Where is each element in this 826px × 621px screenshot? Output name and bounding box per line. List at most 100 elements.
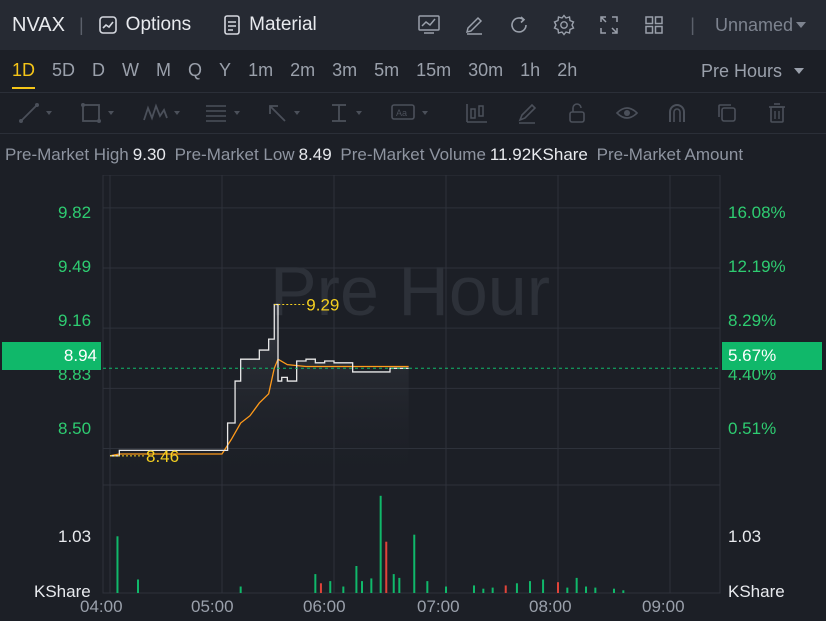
period-tab[interactable]: 3m [332, 50, 357, 92]
chevron-down-icon [108, 111, 114, 115]
magnet-tool[interactable] [652, 93, 702, 133]
lock-icon [569, 103, 585, 123]
session-select[interactable]: Pre Hours [701, 61, 804, 82]
rectangle-tool[interactable] [80, 93, 142, 133]
period-tab[interactable]: 2m [290, 50, 315, 92]
volume-tick-right: 1.03 [728, 527, 762, 546]
volume-unit-right: KShare [728, 582, 785, 601]
stat-value: 8.49 [298, 145, 332, 164]
period-tab[interactable]: 1D [12, 50, 36, 92]
gear-icon [553, 14, 575, 36]
volume-bar [445, 586, 447, 593]
text-tool[interactable]: Aa [390, 93, 452, 133]
period-tabs: 1D 5D D W M Q Y 1m 2m 3m 5m 15m 30m 1h 2… [0, 50, 826, 92]
stat-value: 11.92KShare [489, 145, 588, 164]
pattern-tool[interactable] [142, 93, 204, 133]
x-tick: 05:00 [191, 597, 234, 616]
volume-bar [473, 585, 475, 593]
chevron-down-icon [174, 111, 180, 115]
volume-bar [413, 534, 416, 593]
period-tab[interactable]: 30m [468, 50, 503, 92]
volume-bars [116, 495, 625, 593]
indicator-button[interactable] [406, 0, 451, 50]
trend-line-tool[interactable] [18, 93, 80, 133]
period-tab[interactable]: Y [219, 50, 231, 92]
volume-bar [566, 587, 569, 593]
volume-bar [398, 577, 401, 593]
period-tab[interactable]: 1m [248, 50, 273, 92]
current-change-badge: 5.67% [722, 342, 822, 370]
period-tab[interactable]: 5m [374, 50, 399, 92]
volume-bar [557, 582, 559, 593]
period-tab[interactable]: 15m [416, 50, 451, 92]
chevron-down-icon [356, 111, 362, 115]
intraday-chart[interactable]: Pre Hour 9.29 8.46 9.82 9.49 9.16 8.83 8… [0, 175, 826, 621]
fibonacci-tool[interactable] [204, 93, 266, 133]
period-tab[interactable]: 2h [557, 50, 577, 92]
fullscreen-button[interactable] [586, 0, 631, 50]
volume-bar [319, 583, 322, 593]
lock-tool[interactable] [552, 93, 602, 133]
stat-label: Pre-Market Volume [340, 145, 486, 164]
period-tab[interactable]: 1h [520, 50, 540, 92]
options-label: Options [125, 14, 192, 35]
y-left-tick: 9.16 [58, 311, 92, 330]
options-button[interactable]: Options [98, 14, 191, 36]
grid-icon [645, 16, 663, 34]
chart-canvas[interactable]: Pre Hour 9.29 8.46 [0, 175, 826, 621]
settings-button[interactable] [541, 0, 586, 50]
volume-pane [102, 484, 721, 594]
candle-tool[interactable] [452, 93, 502, 133]
high-marker: 9.29 [306, 295, 339, 314]
material-label: Material [249, 14, 317, 35]
delete-tool[interactable] [752, 93, 802, 133]
y-right-tick: 8.29% [728, 311, 777, 330]
chevron-down-icon [294, 111, 300, 115]
copy-icon [718, 104, 736, 122]
toolbar-icons: | Unnamed [406, 0, 826, 50]
volume-bar [355, 566, 358, 593]
period-tab[interactable]: M [156, 50, 171, 92]
period-tab[interactable]: 5D [52, 50, 75, 92]
trend-line-icon [19, 103, 39, 123]
pattern-icon [143, 103, 168, 121]
period-tab[interactable]: Q [188, 50, 202, 92]
volume-bar [594, 587, 597, 593]
visibility-tool[interactable] [602, 93, 652, 133]
period-tab[interactable]: D [92, 50, 105, 92]
pencil-icon [465, 16, 482, 35]
toolbar-divider: | [78, 14, 84, 35]
layout-select[interactable]: Unnamed [715, 15, 806, 36]
chevron-down-icon [422, 111, 428, 115]
volume-bar [622, 590, 625, 593]
copy-tool[interactable] [702, 93, 752, 133]
eye-icon [615, 107, 639, 119]
refresh-button[interactable] [496, 0, 541, 50]
volume-bar [613, 588, 615, 593]
draw-button[interactable] [451, 0, 496, 50]
period-tab[interactable]: W [122, 50, 139, 92]
material-button[interactable]: Material [223, 14, 317, 36]
stat-label: Pre-Market Amount [596, 145, 744, 164]
price-pane [102, 175, 721, 486]
options-icon [98, 16, 117, 34]
drawing-toolbar: Aa [0, 92, 826, 134]
y-left-tick: 8.50 [58, 419, 92, 438]
volume-bar [491, 587, 494, 593]
measure-tool[interactable] [328, 93, 390, 133]
arrow-tool[interactable] [266, 93, 328, 133]
volume-bar [329, 581, 332, 593]
symbol-label[interactable]: NVAX [12, 14, 65, 37]
current-change: 5.67% [728, 346, 777, 365]
x-tick: 07:00 [417, 597, 460, 616]
stat-value: 9.30 [132, 145, 166, 164]
stat-label: Pre-Market High [5, 145, 129, 164]
brush-tool[interactable] [502, 93, 552, 133]
x-tick: 09:00 [642, 597, 685, 616]
volume-bar [542, 579, 545, 593]
x-tick: 06:00 [303, 597, 346, 616]
volume-bar [585, 586, 587, 593]
layout-grid-button[interactable] [631, 0, 676, 50]
text-icon: Aa [391, 104, 415, 120]
top-toolbar: NVAX | Options Material | Unnamed [0, 0, 826, 50]
